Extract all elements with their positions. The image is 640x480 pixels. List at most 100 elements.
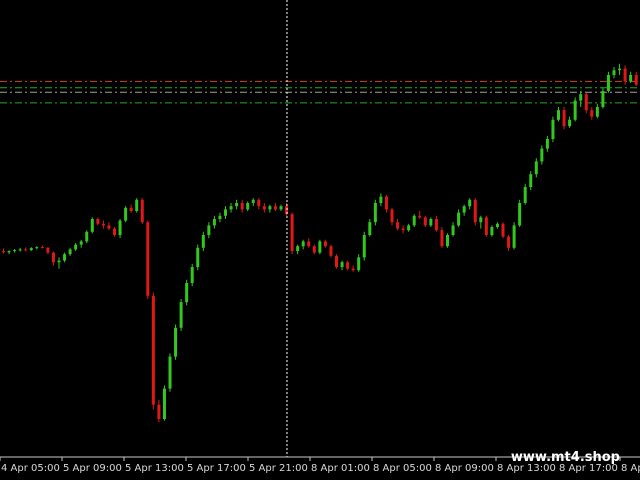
candle-body [246, 203, 250, 210]
candle [140, 198, 144, 224]
candle-body [606, 75, 610, 91]
candle-body [90, 219, 94, 232]
candle [246, 201, 250, 211]
candle [24, 247, 28, 252]
candle [551, 116, 555, 143]
candle [40, 245, 44, 249]
candle [440, 227, 444, 248]
candle-body [590, 110, 594, 117]
candle-body [168, 356, 172, 389]
candle [151, 292, 155, 410]
candle-body [135, 199, 139, 211]
candle-body [7, 251, 11, 253]
candle [335, 254, 338, 269]
candle-body [251, 199, 255, 203]
candle-body [390, 209, 394, 223]
candle-body [534, 161, 538, 175]
candle [557, 107, 560, 122]
x-tick-label: 5 Apr 13:00 [125, 463, 184, 474]
candle-body [446, 235, 449, 247]
candle [207, 222, 211, 239]
candle [329, 244, 333, 258]
candle-body [451, 225, 455, 235]
x-tick-label: 8 Apr 09:00 [435, 463, 494, 474]
candle-body [340, 262, 344, 267]
candle-body [129, 207, 133, 211]
price-chart[interactable]: 4 Apr 05:00 5 Apr 09:00 5 Apr 13:00 5 Apr 1… [0, 0, 640, 480]
candle-body [118, 220, 122, 235]
candle [118, 219, 122, 239]
candle [79, 239, 83, 248]
candle [323, 239, 327, 248]
candle-body [634, 75, 638, 85]
candle-body [329, 246, 333, 256]
candle [18, 247, 22, 252]
candle [473, 198, 477, 226]
candle [312, 244, 316, 255]
candle-body [2, 251, 5, 253]
candle-body [468, 199, 472, 207]
candle [257, 198, 261, 210]
candle [290, 212, 294, 255]
candle [307, 238, 311, 248]
candle-body [557, 110, 560, 120]
candle-body [362, 235, 366, 258]
candle [57, 257, 61, 269]
candle-body [490, 227, 494, 235]
candle-body [479, 217, 483, 223]
candle [240, 199, 244, 213]
candle-body [551, 119, 555, 139]
candle [362, 231, 366, 261]
candle-body [346, 262, 350, 269]
candle-body [412, 215, 416, 226]
candle-body [113, 228, 116, 235]
candle [584, 92, 588, 114]
candle-body [462, 206, 466, 213]
candle [174, 324, 178, 360]
candle-body [57, 260, 61, 263]
candle-body [162, 388, 166, 419]
candle [451, 222, 455, 237]
x-tick-label: 8 Apr 2 [621, 463, 640, 474]
candle-body [518, 203, 522, 226]
candle-body [290, 214, 294, 251]
candles [2, 63, 638, 423]
candle-body [63, 254, 67, 261]
candle [490, 225, 494, 237]
candle-body [179, 302, 183, 328]
candle [168, 353, 172, 392]
candle-body [618, 68, 622, 71]
candle [107, 222, 111, 231]
x-tick-label: 5 Apr 21:00 [249, 463, 308, 474]
candle [545, 135, 549, 152]
candle-body [612, 70, 616, 75]
candle-body [201, 235, 205, 248]
candle-body [35, 247, 39, 249]
candle-body [379, 196, 383, 203]
candle [462, 204, 466, 216]
watermark: www.mt4.shop [511, 450, 620, 465]
candle-body [107, 225, 111, 229]
candle-body [368, 222, 372, 235]
candle [423, 215, 427, 227]
candle-body [601, 91, 605, 107]
candle [568, 116, 572, 128]
candle [68, 247, 72, 256]
candle [590, 107, 594, 120]
candle [90, 217, 94, 234]
candle [157, 399, 161, 423]
candle [595, 103, 599, 119]
candle-body [79, 241, 83, 245]
candle-body [124, 207, 128, 221]
candle [446, 233, 449, 248]
candle [301, 239, 305, 250]
candle-body [323, 241, 327, 247]
candle-body [545, 139, 549, 149]
candle-body [207, 225, 211, 235]
candle [396, 219, 400, 231]
candle [318, 239, 322, 255]
candle [7, 250, 11, 255]
candle-body [240, 203, 244, 210]
candle-body [85, 231, 89, 242]
candle-body [18, 249, 22, 251]
